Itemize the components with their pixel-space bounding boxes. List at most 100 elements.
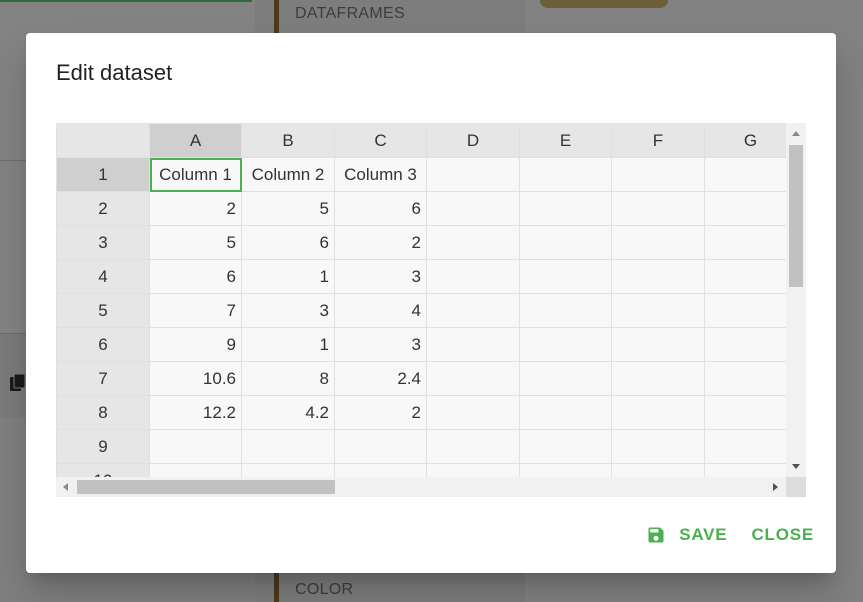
grid-cell[interactable] <box>426 361 520 396</box>
background-chip <box>540 0 668 8</box>
grid-cell[interactable] <box>519 157 612 192</box>
grid-cell[interactable]: 2 <box>334 395 427 430</box>
grid-cell[interactable] <box>426 191 520 226</box>
grid-cell[interactable]: Column 1 <box>149 157 242 192</box>
spreadsheet-table: A B C D E F G 1 Column 1 Column 2 Column 32… <box>56 123 797 497</box>
grid-cell[interactable] <box>611 157 705 192</box>
scroll-down-arrow-icon[interactable] <box>792 464 800 469</box>
column-header[interactable]: F <box>611 123 705 158</box>
row-header[interactable]: 7 <box>56 361 150 396</box>
grid-cell[interactable]: 6 <box>334 191 427 226</box>
table-row: 7 10.6 8 2.4 <box>56 361 797 396</box>
row-header[interactable]: 9 <box>56 429 150 464</box>
grid-cell[interactable] <box>611 429 705 464</box>
row-header[interactable]: 6 <box>56 327 150 362</box>
grid-cell[interactable] <box>519 191 612 226</box>
row-header[interactable]: 2 <box>56 191 150 226</box>
grid-cell[interactable] <box>519 259 612 294</box>
grid-cell[interactable] <box>426 225 520 260</box>
grid-cell[interactable]: 5 <box>149 225 242 260</box>
grid-cell[interactable] <box>519 395 612 430</box>
close-button[interactable]: CLOSE <box>739 517 826 553</box>
grid-cell[interactable] <box>611 225 705 260</box>
grid-cell[interactable]: 2 <box>149 191 242 226</box>
copy-icon[interactable] <box>10 374 26 394</box>
grid-cell[interactable] <box>426 327 520 362</box>
scroll-right-arrow-icon[interactable] <box>773 483 778 491</box>
background-accent-line <box>0 0 252 2</box>
grid-cell[interactable] <box>704 395 797 430</box>
grid-cell[interactable] <box>704 429 797 464</box>
grid-cell[interactable] <box>519 327 612 362</box>
grid-cell[interactable] <box>426 259 520 294</box>
grid-cell[interactable]: 2 <box>334 225 427 260</box>
grid-cell[interactable] <box>334 429 427 464</box>
grid-cell[interactable]: 12.2 <box>149 395 242 430</box>
grid-cell[interactable] <box>426 395 520 430</box>
row-header[interactable]: 1 <box>56 157 150 192</box>
grid-cell[interactable] <box>611 395 705 430</box>
grid-cell[interactable] <box>241 429 335 464</box>
grid-cell[interactable] <box>704 327 797 362</box>
grid-cell[interactable] <box>611 293 705 328</box>
row-header[interactable]: 5 <box>56 293 150 328</box>
vertical-scroll-thumb[interactable] <box>789 145 803 287</box>
grid-cell[interactable]: 5 <box>241 191 335 226</box>
grid-cell[interactable] <box>704 225 797 260</box>
grid-cell[interactable] <box>611 361 705 396</box>
grid-cell[interactable] <box>611 327 705 362</box>
grid-cell[interactable] <box>426 157 520 192</box>
column-header[interactable]: E <box>519 123 612 158</box>
horizontal-scroll-thumb[interactable] <box>77 480 335 494</box>
row-header[interactable]: 8 <box>56 395 150 430</box>
grid-cell[interactable]: Column 2 <box>241 157 335 192</box>
row-header[interactable]: 3 <box>56 225 150 260</box>
grid-cell[interactable]: 4 <box>334 293 427 328</box>
column-header[interactable]: G <box>704 123 797 158</box>
save-button[interactable]: SAVE <box>634 517 739 553</box>
vertical-scrollbar[interactable] <box>786 123 806 477</box>
grid-cell[interactable]: 4.2 <box>241 395 335 430</box>
grid-cell[interactable] <box>519 429 612 464</box>
grid-cell[interactable]: 8 <box>241 361 335 396</box>
grid-cell[interactable] <box>519 293 612 328</box>
grid-cell[interactable] <box>426 429 520 464</box>
grid-cell[interactable]: 3 <box>241 293 335 328</box>
grid-cell[interactable] <box>149 429 242 464</box>
grid-cell[interactable]: 3 <box>334 327 427 362</box>
grid-cell[interactable]: 9 <box>149 327 242 362</box>
scroll-left-arrow-icon[interactable] <box>63 483 68 491</box>
grid-cell[interactable] <box>519 361 612 396</box>
section-label-dataframes: DATAFRAMES <box>295 5 405 22</box>
grid-cell[interactable] <box>426 293 520 328</box>
table-row: 5734 <box>56 293 797 328</box>
grid-cell[interactable]: Column 3 <box>334 157 427 192</box>
section-label-color: COLOR <box>295 581 354 598</box>
grid-cell[interactable]: 2.4 <box>334 361 427 396</box>
spreadsheet-grid[interactable]: A B C D E F G 1 Column 1 Column 2 Column 32… <box>56 123 806 497</box>
grid-cell[interactable] <box>519 225 612 260</box>
grid-cell[interactable]: 6 <box>149 259 242 294</box>
grid-cell[interactable]: 1 <box>241 259 335 294</box>
grid-cell[interactable]: 6 <box>241 225 335 260</box>
grid-cell[interactable] <box>704 191 797 226</box>
column-header[interactable]: D <box>426 123 520 158</box>
column-header[interactable]: C <box>334 123 427 158</box>
grid-cell[interactable] <box>611 259 705 294</box>
grid-cell[interactable] <box>704 293 797 328</box>
row-header[interactable]: 4 <box>56 259 150 294</box>
grid-cell[interactable]: 1 <box>241 327 335 362</box>
grid-cell[interactable] <box>704 157 797 192</box>
scrollbar-corner <box>786 477 806 497</box>
grid-cell[interactable] <box>704 361 797 396</box>
column-header[interactable]: B <box>241 123 335 158</box>
grid-cell[interactable]: 3 <box>334 259 427 294</box>
scroll-up-arrow-icon[interactable] <box>792 131 800 136</box>
grid-corner-cell[interactable] <box>56 123 150 158</box>
grid-cell[interactable] <box>704 259 797 294</box>
grid-cell[interactable] <box>611 191 705 226</box>
grid-cell[interactable]: 10.6 <box>149 361 242 396</box>
grid-cell[interactable]: 7 <box>149 293 242 328</box>
column-header[interactable]: A <box>149 123 242 158</box>
horizontal-scrollbar[interactable] <box>56 477 786 497</box>
